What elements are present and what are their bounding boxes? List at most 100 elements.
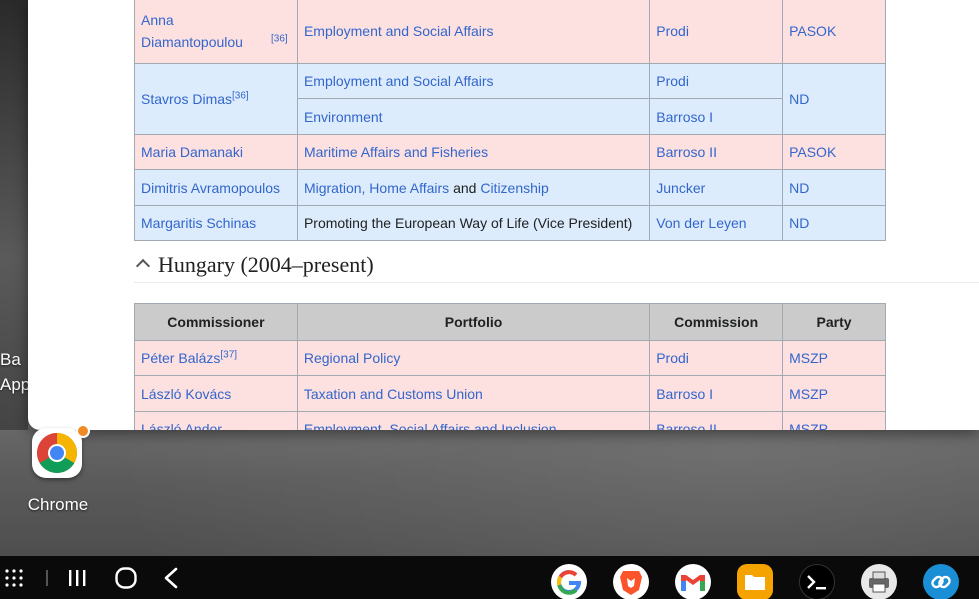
- chrome-desktop-shortcut[interactable]: [32, 424, 90, 480]
- commission-link[interactable]: Prodi: [656, 73, 689, 89]
- taskbar: [0, 556, 979, 599]
- party-cell: ND: [782, 169, 886, 206]
- commission-link[interactable]: Juncker: [656, 180, 705, 196]
- party-link[interactable]: ND: [789, 91, 809, 107]
- gmail-icon[interactable]: [675, 564, 711, 599]
- commissioner-link[interactable]: Margaritis Schinas: [141, 215, 256, 231]
- commissioner-cell: Stavros Dimas[36]: [134, 63, 298, 135]
- table-row: Maria Damanaki Maritime Affairs and Fish…: [134, 134, 886, 170]
- commissioner-link[interactable]: László Andor: [141, 421, 222, 430]
- column-header-commissioner[interactable]: Commissioner: [134, 303, 298, 341]
- hungary-commissioners-table: Commissioner Portfolio Commission Party …: [134, 303, 886, 430]
- commissioner-link[interactable]: Anna Diamantopoulou: [141, 9, 271, 53]
- column-header-commission[interactable]: Commission: [649, 303, 784, 341]
- portfolio-link[interactable]: Employment and Social Affairs: [304, 73, 494, 89]
- chrome-shortcut-label: Chrome: [27, 495, 89, 514]
- party-cell: PASOK: [782, 0, 886, 64]
- recents-button[interactable]: [66, 556, 92, 599]
- article-content: Anna Diamantopoulou [36] Employment and S…: [134, 0, 886, 241]
- printer-icon[interactable]: [861, 564, 897, 599]
- google-icon[interactable]: [551, 564, 587, 599]
- app-drawer-button[interactable]: [4, 556, 26, 599]
- commissioner-link[interactable]: Maria Damanaki: [141, 144, 243, 160]
- section-heading-hungary[interactable]: Hungary (2004–present): [134, 252, 979, 283]
- back-button[interactable]: [163, 556, 185, 599]
- party-link[interactable]: ND: [789, 180, 809, 196]
- portfolio-link[interactable]: Environment: [304, 109, 383, 125]
- party-link[interactable]: PASOK: [789, 23, 836, 39]
- commission-link[interactable]: Prodi: [656, 350, 689, 366]
- commission-link[interactable]: Barroso I: [656, 109, 713, 125]
- commissioner-cell: Péter Balázs[37]: [134, 340, 298, 376]
- column-header-portfolio[interactable]: Portfolio: [296, 303, 651, 341]
- reference-link[interactable]: [36]: [271, 33, 288, 44]
- commissioner-link[interactable]: Péter Balázs: [141, 350, 220, 366]
- portfolio-link[interactable]: Taxation and Customs Union: [304, 386, 483, 402]
- commission-link[interactable]: Von der Leyen: [656, 215, 746, 231]
- portfolio-cell: Employment and Social Affairs: [296, 63, 651, 99]
- commissioner-cell: Dimitris Avramopoulos: [134, 169, 298, 206]
- party-cell: MSZP: [782, 375, 886, 412]
- portfolio-conjunction: and: [453, 179, 477, 196]
- commissioner-cell: Anna Diamantopoulou [36]: [134, 0, 298, 64]
- table-row: Margaritis Schinas Promoting the Europea…: [134, 205, 886, 241]
- commission-cell: Barroso I: [649, 98, 784, 135]
- portfolio-link[interactable]: Employment and Social Affairs: [304, 23, 494, 39]
- commissioner-cell: Margaritis Schinas: [134, 205, 298, 241]
- link-icon[interactable]: [923, 564, 959, 599]
- party-link[interactable]: PASOK: [789, 144, 836, 160]
- notification-badge: [76, 424, 90, 438]
- commission-cell: Prodi: [649, 63, 784, 99]
- home-button[interactable]: [114, 556, 140, 599]
- column-header-party[interactable]: Party: [782, 303, 886, 341]
- portfolio-link[interactable]: Regional Policy: [304, 350, 401, 366]
- collapse-chevron-icon[interactable]: [135, 258, 151, 274]
- portfolio-link[interactable]: Maritime Affairs and Fisheries: [304, 144, 488, 160]
- commission-link[interactable]: Prodi: [656, 23, 689, 39]
- portfolio-cell: Regional Policy: [296, 340, 651, 376]
- files-icon[interactable]: [737, 564, 773, 599]
- commission-link[interactable]: Barroso II: [656, 421, 717, 430]
- browser-window: Anna Diamantopoulou [36] Employment and S…: [28, 0, 979, 430]
- taskbar-divider: [46, 570, 48, 586]
- section-title: Hungary (2004–present): [158, 252, 374, 277]
- table-row: Anna Diamantopoulou [36] Employment and S…: [134, 0, 886, 64]
- portfolio-cell: Taxation and Customs Union: [296, 375, 651, 412]
- commission-cell: Von der Leyen: [649, 205, 784, 241]
- terminal-icon[interactable]: [799, 564, 835, 599]
- commission-cell: Barroso II: [649, 411, 784, 430]
- portfolio-link[interactable]: Employment, Social Affairs and Inclusion: [304, 421, 557, 430]
- chrome-icon[interactable]: [32, 428, 82, 478]
- commission-link[interactable]: Barroso I: [656, 386, 713, 402]
- commissioner-link[interactable]: Stavros Dimas: [141, 91, 232, 107]
- brave-icon[interactable]: [613, 564, 649, 599]
- portfolio-cell: Employment, Social Affairs and Inclusion: [296, 411, 651, 430]
- portfolio-link[interactable]: Migration, Home Affairs: [304, 180, 449, 196]
- commissioner-link[interactable]: László Kovács: [141, 386, 231, 402]
- party-link[interactable]: MSZP: [789, 386, 828, 402]
- commission-cell: Prodi: [649, 0, 784, 64]
- party-link[interactable]: MSZP: [789, 350, 828, 366]
- partial-app-label-2: App: [0, 375, 31, 394]
- reference-link[interactable]: [36]: [232, 90, 249, 101]
- party-link[interactable]: MSZP: [789, 421, 828, 430]
- recents-icon: [69, 569, 86, 586]
- table-row: László Andor Employment, Social Affairs …: [134, 411, 886, 430]
- portfolio-link[interactable]: Citizenship: [480, 180, 548, 196]
- table-header-row: Commissioner Portfolio Commission Party: [134, 303, 886, 341]
- portfolio-cell: Maritime Affairs and Fisheries: [296, 134, 651, 170]
- party-cell: MSZP: [782, 411, 886, 430]
- commissioner-cell: Maria Damanaki: [134, 134, 298, 170]
- commission-link[interactable]: Barroso II: [656, 144, 717, 160]
- commissioner-link[interactable]: Dimitris Avramopoulos: [141, 180, 280, 196]
- reference-link[interactable]: [37]: [220, 349, 237, 360]
- commission-cell: Prodi: [649, 340, 784, 376]
- commission-cell: Barroso II: [649, 134, 784, 170]
- back-icon: [164, 567, 178, 588]
- party-cell: MSZP: [782, 340, 886, 376]
- commission-cell: Juncker: [649, 169, 784, 206]
- grid-icon: [5, 568, 23, 587]
- party-link[interactable]: ND: [789, 215, 809, 231]
- portfolio-cell: Environment: [296, 98, 651, 135]
- home-icon: [115, 566, 137, 589]
